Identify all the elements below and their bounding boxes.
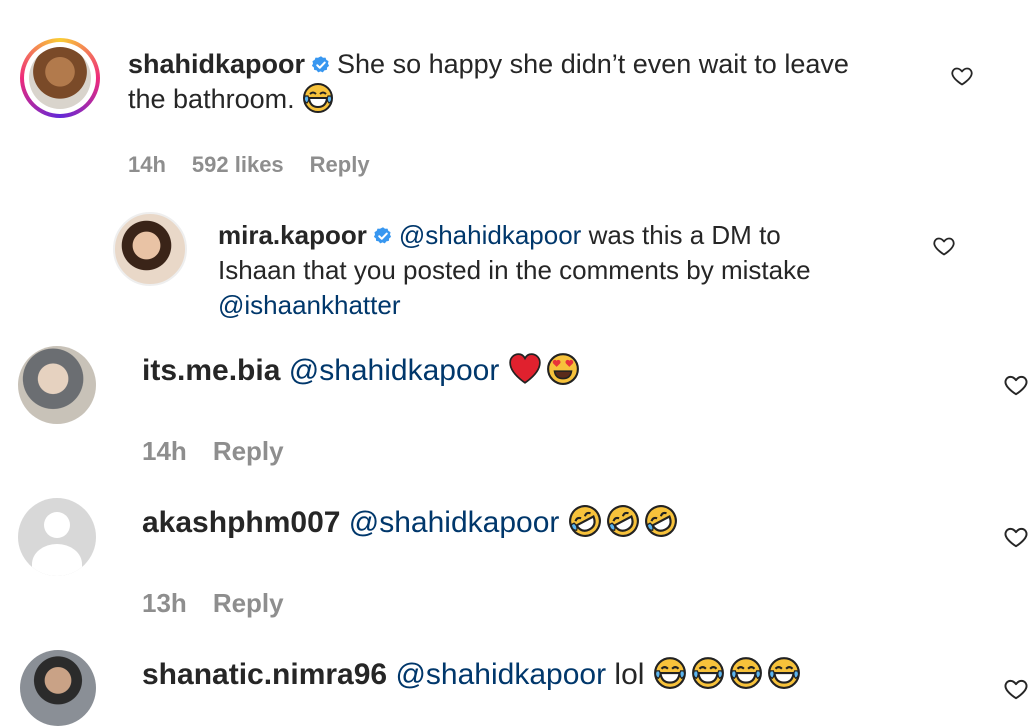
reply-body: mira.kapoor @shahidkapoor was this a DM t… bbox=[218, 218, 918, 322]
reply-button[interactable]: Reply bbox=[310, 152, 370, 177]
reply-button[interactable]: Reply bbox=[213, 588, 284, 618]
like-count[interactable]: 592 likes bbox=[192, 152, 284, 177]
comment-body: akashphm007 @shahidkapoor bbox=[142, 504, 682, 542]
reply-button[interactable]: Reply bbox=[213, 436, 284, 466]
rolling-laughing-emoji-icon bbox=[606, 504, 640, 538]
laughing-emoji-icon bbox=[691, 656, 725, 690]
comment-text: She so happy she didn’t even wait to lea… bbox=[337, 49, 849, 79]
avatar[interactable] bbox=[18, 346, 96, 424]
comment-username[interactable]: mira.kapoor bbox=[218, 220, 367, 250]
comment-time: 14h bbox=[128, 152, 166, 177]
comment-time: 14h bbox=[142, 436, 187, 466]
like-heart-icon[interactable] bbox=[950, 64, 974, 88]
mention-link[interactable]: @shahidkapoor bbox=[289, 354, 500, 387]
comment-text-cont: the bathroom. bbox=[128, 83, 295, 114]
comment-text: lol bbox=[614, 658, 645, 691]
avatar[interactable] bbox=[20, 650, 96, 726]
avatar[interactable] bbox=[18, 498, 96, 576]
comment-meta: 14h Reply bbox=[142, 436, 310, 467]
rolling-laughing-emoji-icon bbox=[644, 504, 678, 538]
comment-body: shahidkapoor She so happy she didn’t even… bbox=[128, 48, 918, 117]
mention-link[interactable]: @ishaankhatter bbox=[218, 290, 401, 320]
mention-link[interactable]: @shahidkapoor bbox=[395, 658, 606, 691]
comment-username[interactable]: shanatic.nimra96 bbox=[142, 658, 387, 691]
avatar bbox=[29, 47, 91, 109]
rolling-laughing-emoji-icon bbox=[568, 504, 602, 538]
comment-username[interactable]: shahidkapoor bbox=[128, 49, 305, 79]
story-ring-avatar[interactable] bbox=[20, 38, 100, 118]
comment-text-cont: Ishaan that you posted in the comments b… bbox=[218, 254, 811, 285]
avatar[interactable] bbox=[113, 212, 187, 286]
mention-link[interactable]: @shahidkapoor bbox=[399, 220, 582, 250]
default-avatar-head bbox=[44, 512, 70, 538]
heart-eyes-emoji-icon bbox=[546, 352, 580, 386]
like-heart-icon[interactable] bbox=[1003, 372, 1029, 398]
like-heart-icon[interactable] bbox=[932, 234, 956, 258]
comment-meta: 14h 592 likes Reply bbox=[128, 152, 396, 178]
laughing-emoji-icon bbox=[302, 82, 334, 114]
like-heart-icon[interactable] bbox=[1003, 524, 1029, 550]
mention-link[interactable]: @shahidkapoor bbox=[349, 506, 560, 539]
like-heart-icon[interactable] bbox=[1003, 676, 1029, 702]
comment-username[interactable]: akashphm007 bbox=[142, 506, 340, 539]
comment-username[interactable]: its.me.bia bbox=[142, 354, 280, 387]
verified-badge-icon bbox=[373, 226, 393, 246]
comment-text: was this a DM to bbox=[588, 220, 781, 250]
laughing-emoji-icon bbox=[729, 656, 763, 690]
verified-badge-icon bbox=[311, 55, 331, 75]
comment-body: its.me.bia @shahidkapoor bbox=[142, 352, 584, 390]
comment-time: 13h bbox=[142, 588, 187, 618]
red-heart-emoji-icon bbox=[508, 352, 542, 386]
laughing-emoji-icon bbox=[767, 656, 801, 690]
comment-body: shanatic.nimra96 @shahidkapoor lol bbox=[142, 656, 805, 694]
comment-meta: 13h Reply bbox=[142, 588, 310, 619]
default-avatar-body bbox=[32, 544, 82, 576]
laughing-emoji-icon bbox=[653, 656, 687, 690]
